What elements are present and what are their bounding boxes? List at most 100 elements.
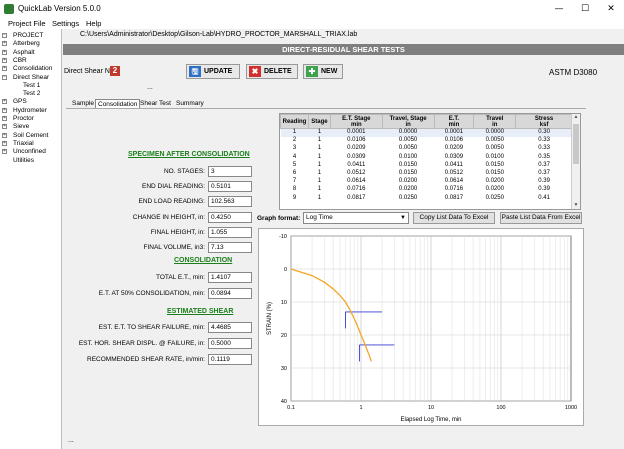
expand-icon[interactable]: +: [2, 41, 7, 47]
expand-icon[interactable]: +: [2, 107, 7, 113]
tree-item-soil-cement[interactable]: Soil Cement: [13, 132, 48, 139]
readings-table[interactable]: Reading Stage E.T. Stage min Travel, Stage in…: [279, 113, 581, 210]
table-scrollbar[interactable]: ▲ ▼: [571, 114, 580, 209]
table-cell[interactable]: 0.0817: [434, 194, 474, 202]
scroll-up-icon[interactable]: ▲: [572, 114, 580, 120]
table-row[interactable]: 6 1 0.0512 0.0150 0.0512 0.0150 0.37: [281, 169, 573, 177]
expand-icon[interactable]: +: [2, 124, 7, 130]
table-cell[interactable]: 1: [308, 153, 330, 161]
table-cell[interactable]: 0.41: [516, 194, 573, 202]
table-cell[interactable]: 0.37: [516, 169, 573, 177]
menu-project-file[interactable]: Project File: [8, 19, 46, 28]
table-cell[interactable]: 0.0150: [474, 169, 516, 177]
table-cell[interactable]: 1: [308, 194, 330, 202]
delete-button[interactable]: ✖ DELETE: [246, 64, 298, 79]
table-cell[interactable]: 0.0200: [474, 186, 516, 194]
copy-to-excel-button[interactable]: Copy List Data To Excel: [413, 212, 495, 224]
table-cell[interactable]: 6: [281, 169, 309, 177]
table-cell[interactable]: 1: [308, 186, 330, 194]
tree-item-unconfined[interactable]: Unconfined: [13, 148, 46, 155]
expand-icon[interactable]: +: [2, 57, 7, 63]
scroll-thumb[interactable]: [573, 124, 579, 164]
table-row[interactable]: 5 1 0.0411 0.0150 0.0411 0.0150 0.37: [281, 161, 573, 169]
tree-item-triaxial[interactable]: Triaxial: [13, 140, 34, 147]
table-cell[interactable]: 0.0150: [474, 161, 516, 169]
table-cell[interactable]: 1: [308, 161, 330, 169]
table-cell[interactable]: 0.0209: [330, 145, 382, 153]
table-cell[interactable]: 0.0817: [330, 194, 382, 202]
table-cell[interactable]: 1: [308, 145, 330, 153]
tree-item-atterberg[interactable]: Atterberg: [13, 40, 40, 47]
table-cell[interactable]: 1: [308, 128, 331, 137]
table-cell[interactable]: 0.0000: [473, 128, 516, 137]
table-cell[interactable]: 0.30: [515, 128, 573, 137]
table-cell[interactable]: 0.0614: [434, 178, 474, 186]
paste-from-excel-button[interactable]: Paste List Data From Excel: [500, 212, 582, 224]
expand-icon[interactable]: +: [2, 66, 7, 72]
table-cell[interactable]: 0.0614: [330, 178, 382, 186]
table-cell[interactable]: 0.0200: [382, 186, 434, 194]
table-cell[interactable]: 0.0050: [382, 137, 434, 145]
column-header[interactable]: E.T. Stage min: [329, 114, 383, 129]
table-cell[interactable]: 1: [308, 178, 330, 186]
table-cell[interactable]: 1: [308, 169, 330, 177]
column-header[interactable]: Stage: [307, 114, 331, 129]
table-cell[interactable]: 0.0200: [382, 178, 434, 186]
field-input[interactable]: 0.5000: [208, 338, 252, 349]
table-row[interactable]: 1 1 0.0001 0.0000 0.0001 0.0000 0.30: [280, 128, 573, 137]
table-cell[interactable]: 0.0150: [382, 161, 434, 169]
field-input[interactable]: 3: [208, 166, 252, 177]
table-cell[interactable]: 0.0309: [330, 153, 382, 161]
table-cell[interactable]: 1: [308, 137, 330, 145]
field-input[interactable]: 7.13: [208, 242, 252, 253]
graph-format-select[interactable]: Log Time ▼: [303, 212, 409, 224]
table-cell[interactable]: 8: [281, 186, 309, 194]
tree-item-utilities[interactable]: Utilities: [13, 157, 34, 164]
table-cell[interactable]: 0.35: [516, 153, 573, 161]
table-cell[interactable]: 2: [281, 137, 309, 145]
scroll-down-icon[interactable]: ▼: [572, 202, 580, 208]
table-cell[interactable]: 0.0209: [434, 145, 474, 153]
table-cell[interactable]: 4: [281, 153, 309, 161]
table-cell[interactable]: 0.0309: [434, 153, 474, 161]
maximize-button[interactable]: ☐: [572, 0, 598, 18]
table-cell[interactable]: 5: [281, 161, 309, 169]
table-cell[interactable]: 0.0050: [474, 145, 516, 153]
collapse-icon[interactable]: −: [2, 74, 7, 80]
table-cell[interactable]: 0.0250: [474, 194, 516, 202]
tree-item-sieve[interactable]: Sieve: [13, 123, 29, 130]
column-header[interactable]: Travel, Stage in: [381, 114, 435, 129]
column-header[interactable]: Stress ksf: [515, 114, 573, 129]
field-input[interactable]: 0.1119: [208, 354, 252, 365]
menu-help[interactable]: Help: [86, 19, 101, 28]
field-input[interactable]: 102.563: [208, 196, 252, 208]
tree-item-project[interactable]: PROJECT: [13, 32, 43, 39]
table-cell[interactable]: 0.0100: [382, 153, 434, 161]
table-cell[interactable]: 0.0106: [434, 137, 474, 145]
collapse-icon[interactable]: −: [2, 33, 7, 38]
table-cell[interactable]: 0.33: [516, 137, 573, 145]
field-input[interactable]: 0.5101: [208, 181, 252, 193]
tree-item-hydrometer[interactable]: Hydrometer: [13, 107, 47, 114]
menu-settings[interactable]: Settings: [52, 19, 79, 28]
expand-icon[interactable]: +: [2, 99, 7, 105]
table-cell[interactable]: 0.0001: [330, 128, 383, 137]
field-input[interactable]: 4.4685: [208, 322, 252, 333]
column-header[interactable]: Travel in: [473, 114, 517, 129]
table-row[interactable]: 4 1 0.0309 0.0100 0.0309 0.0100 0.35: [281, 153, 573, 161]
expand-icon[interactable]: +: [2, 132, 7, 138]
update-button[interactable]: 🖫 UPDATE: [186, 64, 240, 79]
new-button[interactable]: ✚ NEW: [303, 64, 343, 79]
tree-item-gps[interactable]: GPS: [13, 98, 27, 105]
table-row[interactable]: 9 1 0.0817 0.0250 0.0817 0.0250 0.41: [281, 194, 573, 202]
table-row[interactable]: 7 1 0.0614 0.0200 0.0614 0.0200 0.39: [281, 178, 573, 186]
table-cell[interactable]: 0.0411: [330, 161, 382, 169]
table-cell[interactable]: 0.0106: [330, 137, 382, 145]
tree-item-asphalt[interactable]: Asphalt: [13, 49, 35, 56]
expand-icon[interactable]: +: [2, 49, 7, 55]
table-cell[interactable]: 9: [281, 194, 309, 202]
table-cell[interactable]: 0.0150: [382, 169, 434, 177]
table-cell[interactable]: 0.0512: [330, 169, 382, 177]
table-cell[interactable]: 7: [281, 178, 309, 186]
tree-item-direct-shear[interactable]: Direct Shear: [13, 74, 49, 81]
